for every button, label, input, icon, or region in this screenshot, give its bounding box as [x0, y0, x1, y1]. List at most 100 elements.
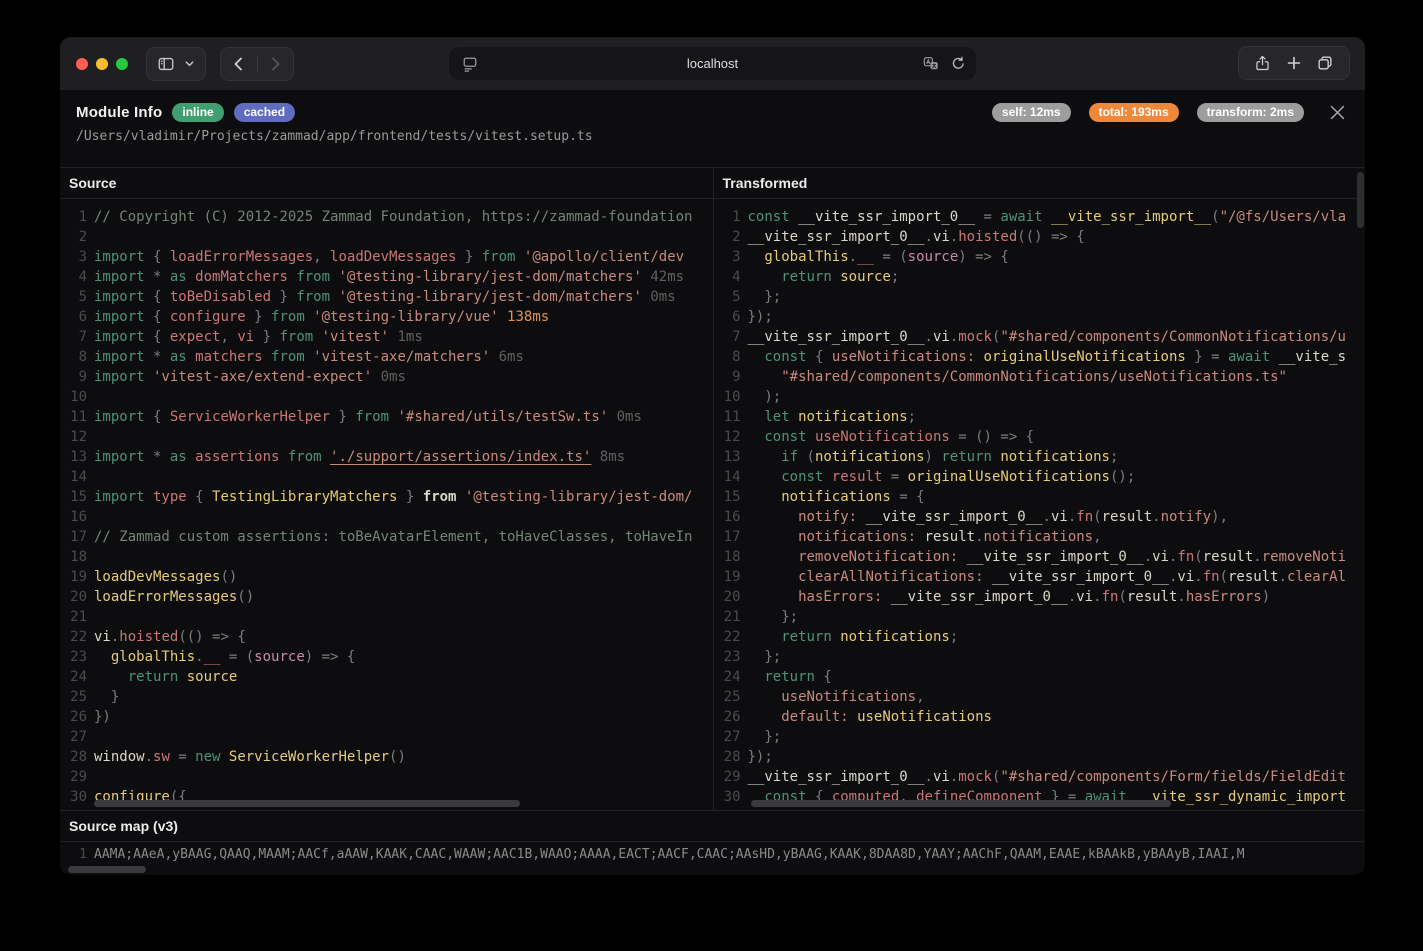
line-number: 20 — [60, 587, 87, 607]
status-badge: cached — [234, 103, 295, 122]
line-number: 1 — [714, 207, 741, 227]
code-line: 16 notify: __vite_ssr_import_0__.vi.fn(r… — [714, 507, 1366, 527]
file-link[interactable]: './support/assertions/index.ts' — [330, 449, 591, 465]
line-number: 1 — [60, 207, 87, 227]
minimize-window-button[interactable] — [96, 58, 108, 70]
forward-button[interactable] — [267, 56, 283, 72]
line-number: 4 — [60, 267, 87, 287]
code-line: 17 notifications: result.notifications, — [714, 527, 1366, 547]
source-code-view: 1// Copyright (C) 2012-2025 Zammad Found… — [60, 199, 713, 810]
code-line: 13 if (notifications) return notificatio… — [714, 447, 1366, 467]
code-line: 11import { ServiceWorkerHelper } from '#… — [60, 407, 713, 427]
timing-badges: self: 12mstotal: 193mstransform: 2ms — [982, 103, 1304, 122]
code-line: 7import { expect, vi } from 'vitest' 1ms — [60, 327, 713, 347]
sidebar-toggle-button[interactable] — [146, 47, 206, 81]
source-map-line-number: 1 — [60, 845, 87, 865]
code-line: 26 default: useNotifications — [714, 707, 1366, 727]
code-line: 19loadDevMessages() — [60, 567, 713, 587]
line-number: 10 — [714, 387, 741, 407]
close-icon[interactable] — [1330, 105, 1345, 120]
code-line: 14 — [60, 467, 713, 487]
back-button[interactable] — [231, 56, 247, 72]
tab-overview-icon[interactable] — [1316, 54, 1334, 72]
line-number: 3 — [60, 247, 87, 267]
url-text: localhost — [449, 56, 976, 71]
translate-icon[interactable] — [923, 56, 939, 71]
code-line: 14 const result = originalUseNotificatio… — [714, 467, 1366, 487]
code-line: 12 — [60, 427, 713, 447]
code-line: 26}) — [60, 707, 713, 727]
code-line: 16 — [60, 507, 713, 527]
line-number: 15 — [60, 487, 87, 507]
line-number: 25 — [714, 687, 741, 707]
transformed-code-view: 1const __vite_ssr_import_0__ = await __v… — [714, 199, 1366, 810]
line-number: 30 — [714, 787, 741, 807]
code-line: 23 globalThis.__ = (source) => { — [60, 647, 713, 667]
address-bar[interactable]: localhost — [449, 47, 976, 80]
line-number: 16 — [60, 507, 87, 527]
line-number: 13 — [60, 447, 87, 467]
zoom-window-button[interactable] — [116, 58, 128, 70]
line-number: 23 — [714, 647, 741, 667]
code-line: 8 const { useNotifications: originalUseN… — [714, 347, 1366, 367]
code-line: 9import 'vitest-axe/extend-expect' 0ms — [60, 367, 713, 387]
code-line: 25 useNotifications, — [714, 687, 1366, 707]
code-line: 21 }; — [714, 607, 1366, 627]
source-horizontal-scrollbar[interactable] — [94, 800, 520, 807]
line-number: 9 — [60, 367, 87, 387]
code-line: 3import { loadErrorMessages, loadDevMess… — [60, 247, 713, 267]
code-line: 7__vite_ssr_import_0__.vi.mock("#shared/… — [714, 327, 1366, 347]
transformed-vertical-scrollbar[interactable] — [1357, 172, 1364, 228]
toolbar-right-buttons — [1238, 46, 1350, 80]
code-line: 27 — [60, 727, 713, 747]
line-number: 14 — [60, 467, 87, 487]
line-number: 19 — [60, 567, 87, 587]
line-number: 22 — [714, 627, 741, 647]
chevron-down-icon — [184, 58, 195, 69]
module-info-header: Module Info inlinecached self: 12mstotal… — [60, 90, 1365, 167]
reload-icon[interactable] — [951, 56, 966, 71]
code-line: 9 "#shared/components/CommonNotification… — [714, 367, 1366, 387]
nav-buttons — [220, 47, 294, 81]
share-icon[interactable] — [1254, 54, 1271, 72]
source-map-title: Source map (v3) — [60, 811, 1365, 842]
line-number: 11 — [714, 407, 741, 427]
line-number: 7 — [60, 327, 87, 347]
line-number: 2 — [714, 227, 741, 247]
status-badge: total: 193ms — [1089, 103, 1179, 122]
code-line: 12 const useNotifications = () => { — [714, 427, 1366, 447]
line-number: 28 — [714, 747, 741, 767]
reader-icon[interactable] — [462, 55, 478, 73]
code-line: 28}); — [714, 747, 1366, 767]
code-line: 29 — [60, 767, 713, 787]
line-number: 26 — [714, 707, 741, 727]
new-tab-icon[interactable] — [1286, 55, 1302, 71]
line-number: 4 — [714, 267, 741, 287]
transformed-horizontal-scrollbar[interactable] — [751, 800, 1171, 807]
source-map-horizontal-scrollbar[interactable] — [68, 866, 146, 873]
browser-toolbar: localhost — [60, 37, 1365, 90]
code-line: 21 — [60, 607, 713, 627]
code-line: 10 ); — [714, 387, 1366, 407]
code-line: 1// Copyright (C) 2012-2025 Zammad Found… — [60, 207, 713, 227]
line-number: 11 — [60, 407, 87, 427]
line-number: 24 — [60, 667, 87, 687]
code-line: 19 clearAllNotifications: __vite_ssr_imp… — [714, 567, 1366, 587]
code-line: 6}); — [714, 307, 1366, 327]
line-number: 17 — [714, 527, 741, 547]
source-panel-title: Source — [60, 168, 713, 199]
line-number: 18 — [714, 547, 741, 567]
line-number: 13 — [714, 447, 741, 467]
close-window-button[interactable] — [76, 58, 88, 70]
code-line: 13import * as assertions from './support… — [60, 447, 713, 467]
line-number: 22 — [60, 627, 87, 647]
line-number: 21 — [714, 607, 741, 627]
line-number: 29 — [714, 767, 741, 787]
line-number: 25 — [60, 687, 87, 707]
code-line: 22 return notifications; — [714, 627, 1366, 647]
code-line: 29__vite_ssr_import_0__.vi.mock("#shared… — [714, 767, 1366, 787]
nav-divider — [257, 55, 258, 73]
line-number: 5 — [60, 287, 87, 307]
code-line: 2 — [60, 227, 713, 247]
line-number: 5 — [714, 287, 741, 307]
